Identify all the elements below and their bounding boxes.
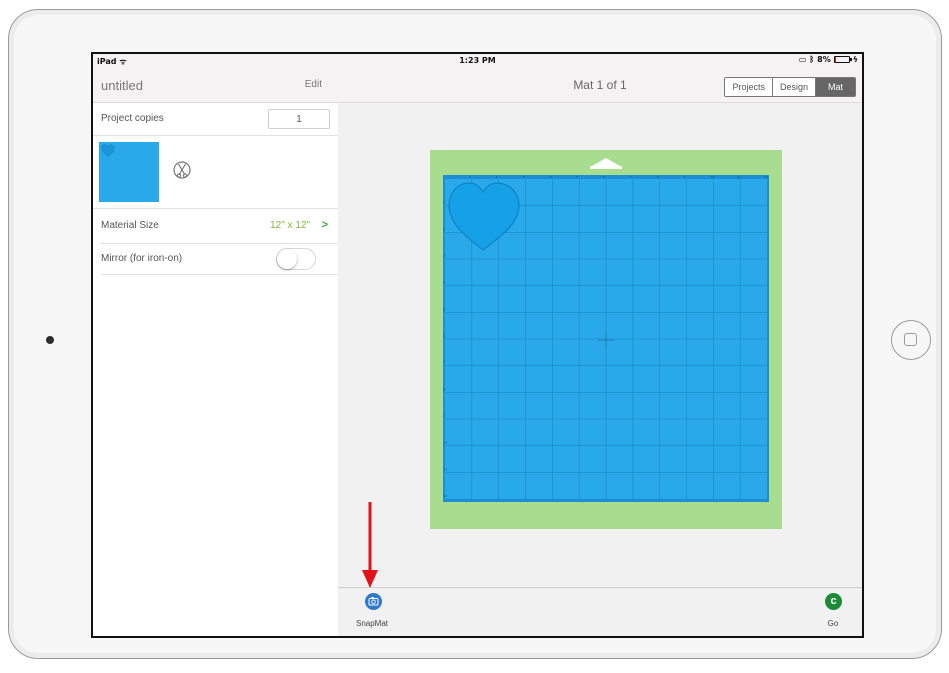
ruler-label-top: 9 <box>684 175 686 179</box>
cutting-mat[interactable]: 112233445566778899101011111212 <box>430 150 782 529</box>
home-square-icon <box>904 333 917 346</box>
project-title: untitled <box>101 78 143 93</box>
material-size-label: Material Size <box>101 220 159 231</box>
annotation-arrow-icon <box>362 502 378 588</box>
ruler-label-left: 7 <box>444 361 446 365</box>
ruler-label-left: 3 <box>444 254 446 258</box>
mat-header: Mat 1 of 1 Projects Design Mat <box>338 68 862 103</box>
screen: iPad ᯤ 1:23 PM ▭ ᛒ 8% ϟ untitled Edit Pr… <box>91 52 864 638</box>
snapmat-button[interactable]: SnapMat <box>356 593 389 631</box>
ruler-label-top: 12 <box>764 175 768 179</box>
status-right: ▭ ᛒ 8% ϟ <box>799 55 858 64</box>
bluetooth-icon: ᛒ <box>809 55 815 64</box>
ruler-label-left: 5 <box>444 307 446 311</box>
mirror-toggle[interactable] <box>276 248 316 270</box>
ruler-label-left: 9 <box>444 414 446 418</box>
ruler-label-top: 2 <box>496 175 498 179</box>
project-copies-label: Project copies <box>101 113 164 124</box>
camera-icon <box>46 336 54 344</box>
project-header: untitled Edit <box>93 68 338 103</box>
ruler-label-left: 10 <box>444 441 448 445</box>
snapmat-label: SnapMat <box>356 619 389 628</box>
ruler-label-left: 1 <box>444 201 446 205</box>
material-size-row[interactable]: Material Size 12" x 12" > <box>101 209 338 244</box>
battery-percent: 8% <box>817 55 831 64</box>
screen-mirror-icon: ▭ <box>798 55 807 64</box>
go-icon: c <box>825 593 842 610</box>
material-size-value: 12" x 12" <box>270 220 310 231</box>
tab-projects[interactable]: Projects <box>725 78 773 96</box>
ruler-label-top: 10 <box>710 175 714 179</box>
mat-thumbnail-row[interactable] <box>93 136 338 209</box>
status-bar: iPad ᯤ 1:23 PM ▭ ᛒ 8% ϟ <box>93 54 862 68</box>
ruler-label-top: 1 <box>469 175 471 179</box>
heart-icon <box>101 144 115 157</box>
project-panel: untitled Edit Project copies Material Si… <box>93 68 339 636</box>
ruler-label-left: 6 <box>444 334 446 338</box>
snapmat-camera-glyph <box>368 597 379 606</box>
charging-icon: ϟ <box>852 55 858 64</box>
mat-thumbnail[interactable] <box>99 142 159 202</box>
ruler-label-top: 5 <box>576 175 578 179</box>
chevron-right-icon: > <box>321 219 328 231</box>
battery-fill <box>834 57 836 62</box>
ruler-label-top: 11 <box>737 175 741 179</box>
ruler-label-top: 6 <box>603 175 605 179</box>
bottom-toolbar: SnapMat c Go <box>338 587 862 636</box>
ruler-label-top: 7 <box>630 175 632 179</box>
project-copies-row: Project copies <box>93 103 338 136</box>
ruler-label-left: 2 <box>444 227 446 231</box>
view-tabs: Projects Design Mat <box>724 77 856 97</box>
ruler-label-top: 4 <box>549 175 551 179</box>
ruler-label-top: 3 <box>523 175 525 179</box>
ruler-label-top: 8 <box>657 175 659 179</box>
home-button[interactable] <box>891 320 931 360</box>
toggle-knob <box>277 249 297 269</box>
tab-mat[interactable]: Mat <box>815 78 855 96</box>
scissors-icon <box>173 161 191 179</box>
mat-load-tab <box>590 166 622 169</box>
project-copies-input[interactable] <box>268 109 330 129</box>
camera-icon <box>365 593 382 610</box>
tab-design[interactable]: Design <box>772 78 816 96</box>
ruler-label-left: 12 <box>444 494 448 498</box>
ruler-label-left: 8 <box>444 387 446 391</box>
mirror-row: Mirror (for iron-on) <box>101 244 338 275</box>
go-button[interactable]: c Go <box>818 593 848 631</box>
mirror-label: Mirror (for iron-on) <box>101 253 183 264</box>
ruler-label-left: 4 <box>444 281 446 285</box>
battery-icon <box>833 56 852 63</box>
ruler-label-left: 11 <box>444 467 448 471</box>
edit-button[interactable]: Edit <box>305 79 322 90</box>
go-label: Go <box>827 619 839 628</box>
mat-canvas[interactable]: 1 1 2 2 3 3 4 4 5 5 6 6 7 7 8 8 9 9 10 10 11 11 12 12 <box>338 103 862 588</box>
status-time: 1:23 PM <box>459 56 496 65</box>
